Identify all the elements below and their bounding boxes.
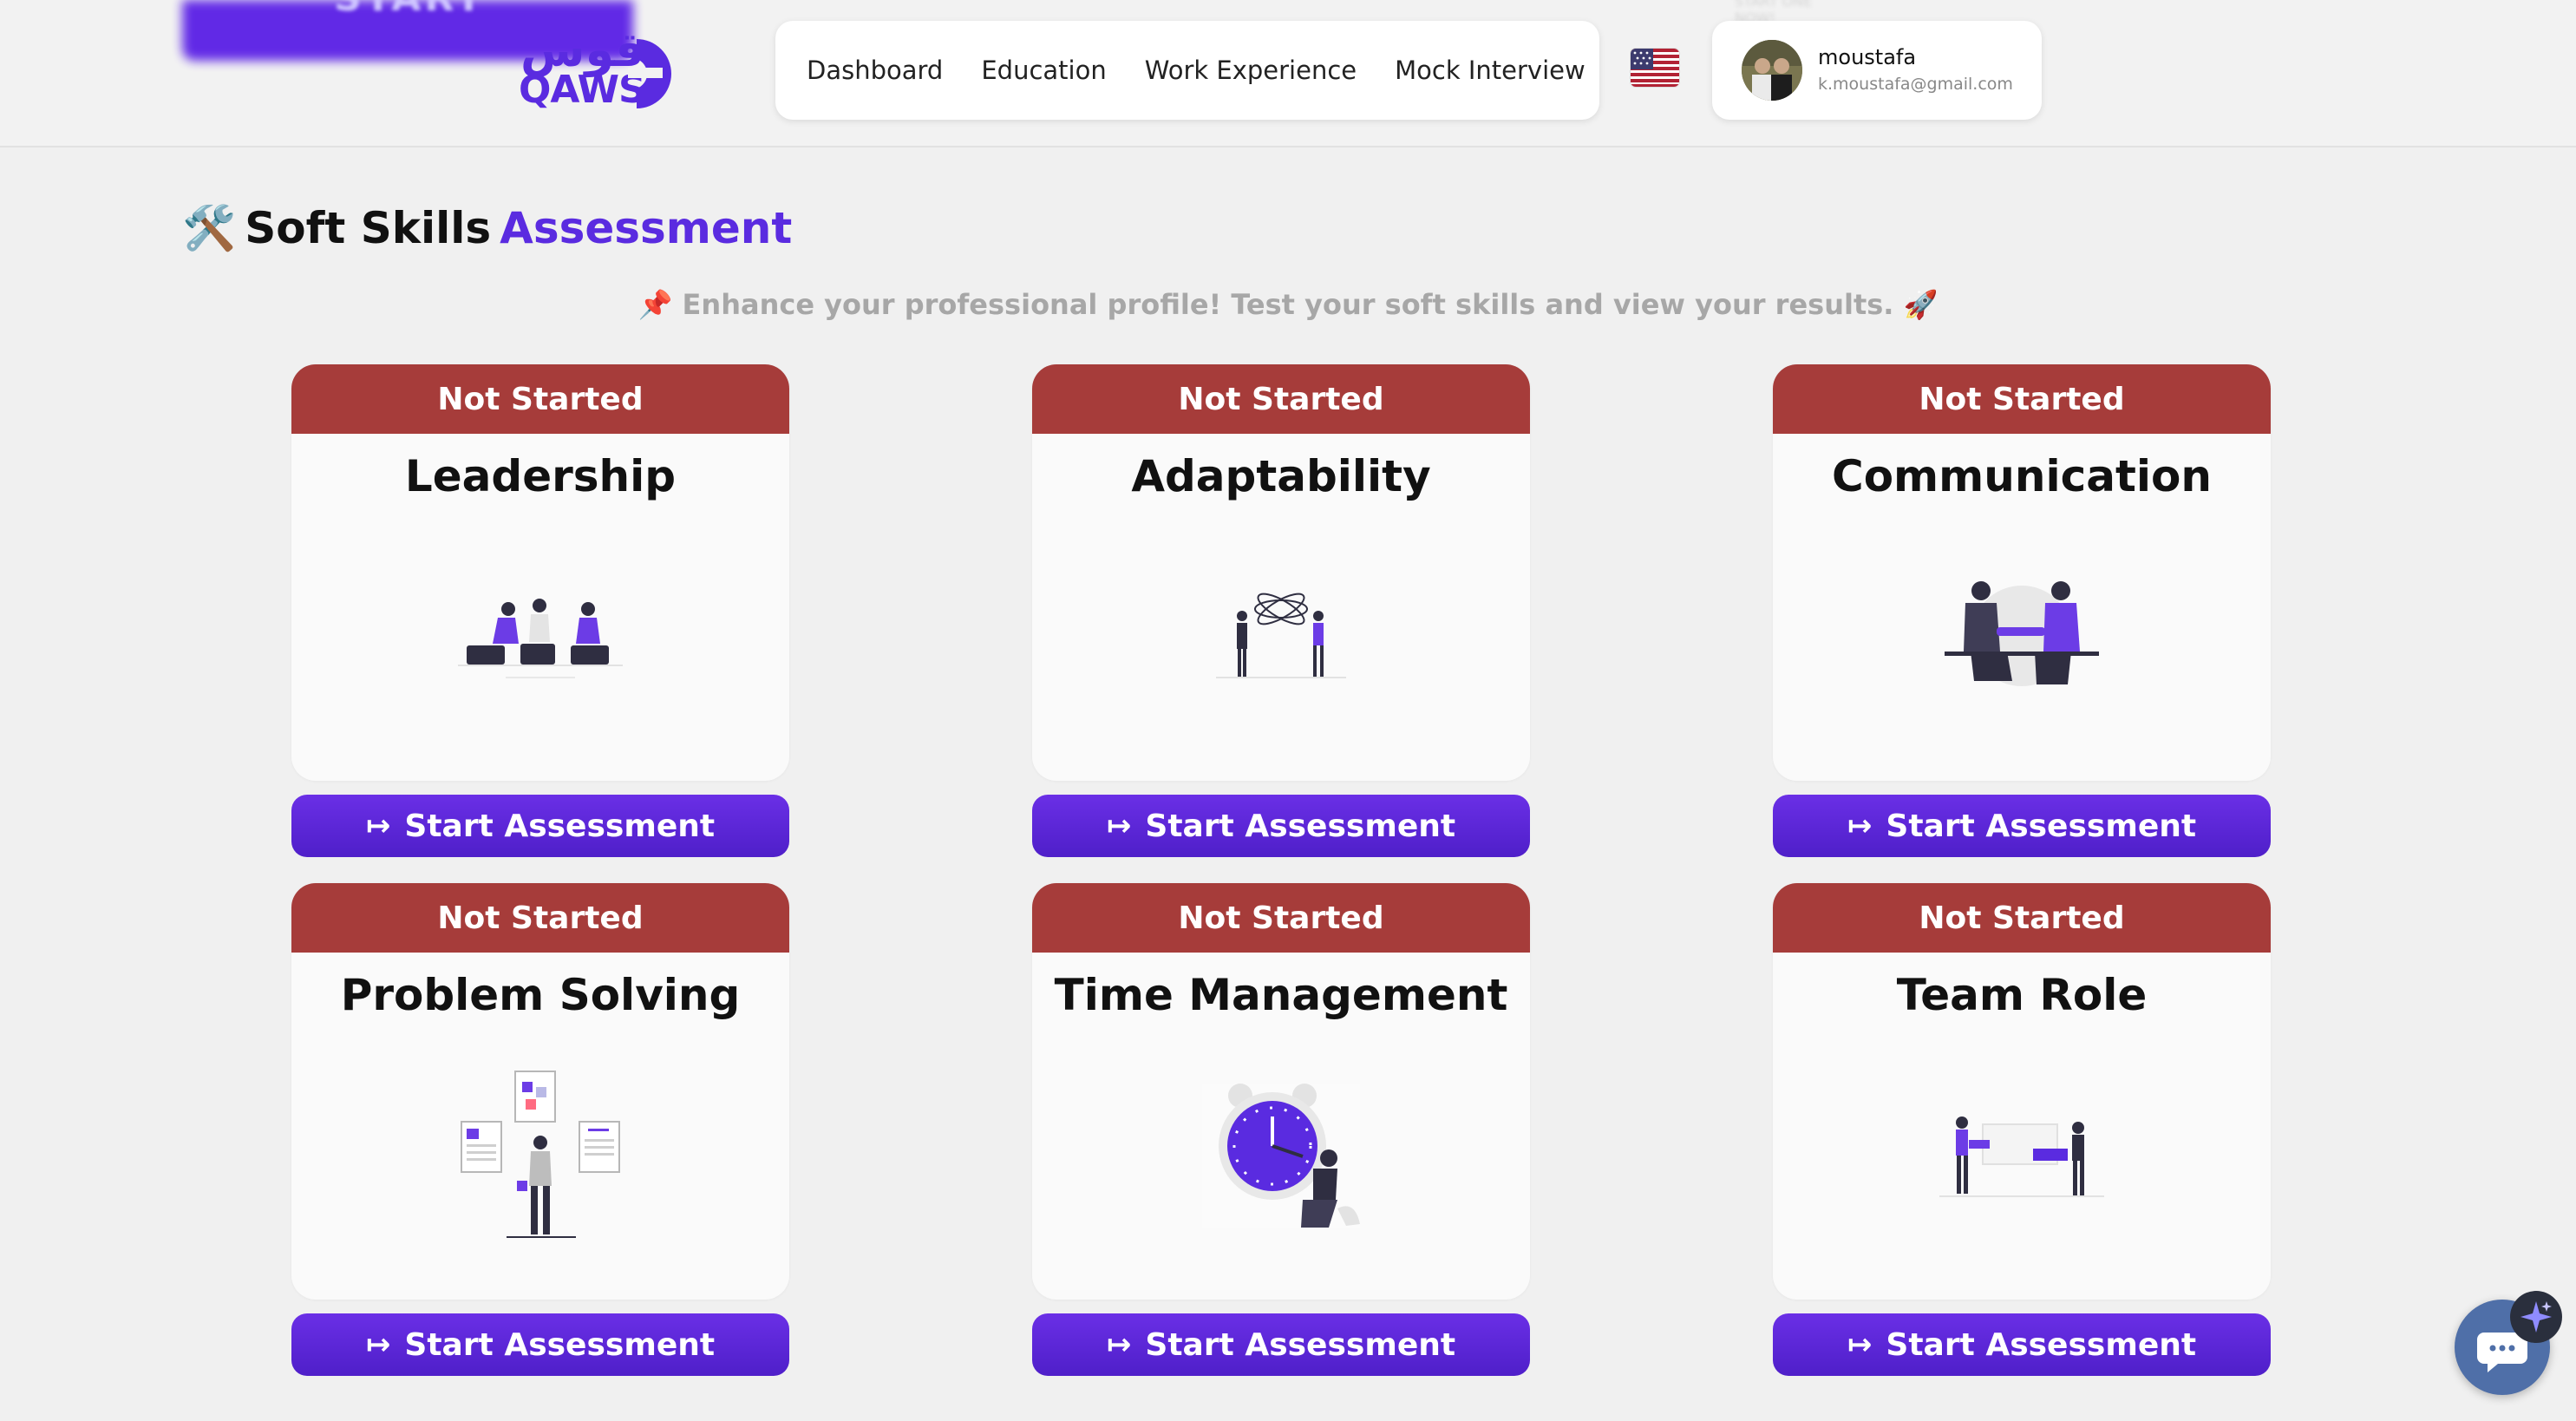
start-assessment-button[interactable]: ↦ Start Assessment [1032, 1313, 1530, 1376]
status-badge: Not Started [1032, 883, 1530, 953]
nav-education[interactable]: Education [981, 56, 1106, 85]
logo-latin-text: QAWS [519, 68, 646, 112]
start-assessment-label: Start Assessment [404, 808, 716, 844]
status-badge: Not Started [1773, 364, 2271, 434]
start-assessment-label: Start Assessment [1886, 1326, 2197, 1363]
sparkle-icon[interactable] [2510, 1291, 2562, 1343]
card-title: Adaptability [1131, 451, 1431, 501]
page-title-main: Soft Skills [245, 203, 492, 253]
card-title: Communication [1832, 451, 2212, 501]
assessment-card-team-role: Not Started Team Role [1773, 883, 2271, 1300]
start-assessment-label: Start Assessment [1886, 808, 2197, 844]
start-assessment-button[interactable]: ↦ Start Assessment [1773, 795, 2271, 857]
enter-arrow-icon: ↦ [365, 809, 391, 843]
profile-menu[interactable]: moustafa k.moustafa@gmail.com [1712, 21, 2042, 120]
page-subtitle: 📌 Enhance your professional profile! Tes… [637, 288, 1939, 321]
enter-arrow-icon: ↦ [1847, 1327, 1873, 1362]
main-nav: Dashboard Education Work Experience Mock… [775, 21, 1599, 120]
assessment-card-leadership: Not Started Leadership [291, 364, 789, 781]
page-title-accent: Assessment [500, 203, 793, 253]
start-assessment-button[interactable]: ↦ Start Assessment [291, 795, 789, 857]
nav-dashboard[interactable]: Dashboard [807, 56, 943, 85]
assessment-card-problem-solving: Not Started Problem Solving [291, 883, 789, 1300]
collaboration-illustration [1773, 1039, 2271, 1274]
enter-arrow-icon: ↦ [1106, 809, 1132, 843]
card-title: Time Management [1054, 970, 1508, 1020]
orbit-people-illustration [1032, 521, 1530, 755]
start-assessment-label: Start Assessment [404, 1326, 716, 1363]
qaws-logo[interactable]: قوس QAWS [517, 23, 682, 116]
promo-ghost-text: START ONE NOW! [1735, 0, 1813, 26]
logo-arc-icon [628, 39, 671, 108]
us-flag-icon[interactable] [1631, 49, 1679, 87]
nav-mock-interview[interactable]: Mock Interview [1395, 56, 1585, 85]
status-badge: Not Started [1032, 364, 1530, 434]
start-assessment-button[interactable]: ↦ Start Assessment [291, 1313, 789, 1376]
enter-arrow-icon: ↦ [365, 1327, 391, 1362]
avatar [1742, 40, 1802, 101]
nav-work-experience[interactable]: Work Experience [1145, 56, 1357, 85]
documents-person-illustration [291, 1039, 789, 1274]
start-assessment-button[interactable]: ↦ Start Assessment [1773, 1313, 2271, 1376]
page-title: 🛠️ Soft Skills Assessment [182, 198, 792, 259]
card-title: Problem Solving [340, 970, 741, 1020]
status-badge: Not Started [291, 364, 789, 434]
status-badge: Not Started [291, 883, 789, 953]
team-meeting-illustration [291, 521, 789, 755]
card-title: Team Role [1896, 970, 2148, 1020]
card-title: Leadership [404, 451, 677, 501]
profile-email: k.moustafa@gmail.com [1818, 75, 2013, 94]
start-assessment-label: Start Assessment [1145, 1326, 1456, 1363]
enter-arrow-icon: ↦ [1847, 809, 1873, 843]
handshake-illustration [1773, 521, 2271, 755]
profile-name: moustafa [1818, 45, 1917, 69]
top-header: START START ONE NOW! قوس QAWS Dashboard … [0, 0, 2576, 147]
tools-icon: 🛠️ [182, 202, 237, 253]
clock-person-illustration [1032, 1039, 1530, 1274]
start-assessment-button[interactable]: ↦ Start Assessment [1032, 795, 1530, 857]
assessment-card-communication: Not Started Communication [1773, 364, 2271, 781]
status-badge: Not Started [1773, 883, 2271, 953]
enter-arrow-icon: ↦ [1106, 1327, 1132, 1362]
assessment-card-adaptability: Not Started Adaptability [1032, 364, 1530, 781]
start-assessment-label: Start Assessment [1145, 808, 1456, 844]
assessment-card-time-management: Not Started Time Management [1032, 883, 1530, 1300]
